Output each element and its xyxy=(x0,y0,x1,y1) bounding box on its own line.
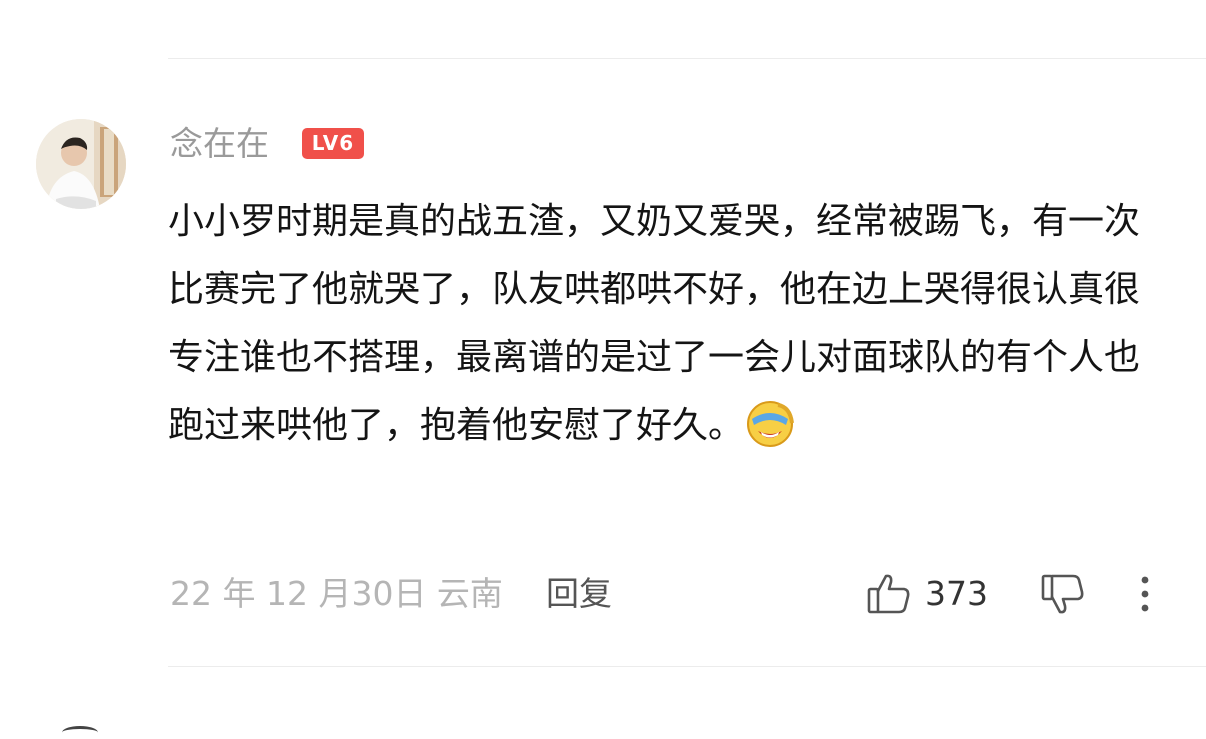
comment-date-location: 22 年 12 月30日 云南 xyxy=(170,574,503,613)
top-divider xyxy=(168,58,1206,59)
username[interactable]: 念在在 xyxy=(170,124,269,164)
level-badge: LV6 xyxy=(302,128,364,159)
thumbs-up-icon[interactable] xyxy=(866,570,912,616)
next-comment-avatar[interactable] xyxy=(62,726,98,739)
user-avatar[interactable] xyxy=(36,119,126,209)
bottom-divider xyxy=(168,666,1206,667)
like-count: 373 xyxy=(925,574,988,613)
laugh-cry-emoji xyxy=(746,393,795,453)
comment-text: 小小罗时期是真的战五渣，又奶又爱哭，经常被踢飞，有一次比赛完了他就哭了，队友哄都… xyxy=(168,201,1141,446)
comment-body: 小小罗时期是真的战五渣，又奶又爱哭，经常被踢飞，有一次比赛完了他就哭了，队友哄都… xyxy=(168,188,1168,460)
reply-button[interactable]: 回复 xyxy=(546,573,612,615)
more-vertical-icon[interactable] xyxy=(1130,572,1160,616)
thumbs-down-icon[interactable] xyxy=(1040,572,1086,618)
